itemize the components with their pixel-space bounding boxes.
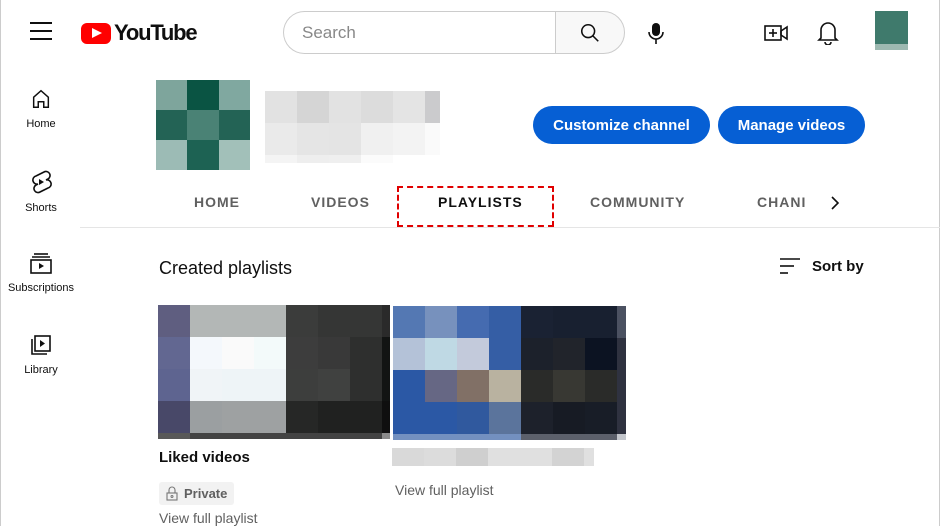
logo-text: YouTube: [114, 20, 198, 45]
channel-avatar: [156, 80, 250, 170]
tab-community[interactable]: COMMUNITY: [590, 194, 685, 210]
youtube-logo[interactable]: YouTube: [81, 20, 198, 46]
view-full-playlist-link[interactable]: View full playlist: [395, 482, 494, 498]
playlist-thumbnail[interactable]: [393, 306, 626, 440]
subscriptions-icon: [30, 253, 52, 274]
customize-channel-button[interactable]: Customize channel: [533, 106, 710, 144]
home-icon: [32, 89, 50, 108]
manage-videos-button[interactable]: Manage videos: [718, 106, 865, 144]
sort-icon: [780, 258, 800, 274]
voice-search-button[interactable]: [643, 20, 669, 46]
tab-channels[interactable]: CHANI: [757, 194, 807, 210]
tab-home[interactable]: HOME: [194, 194, 240, 210]
youtube-play-icon: [81, 22, 111, 44]
chevron-right-icon: [831, 196, 840, 210]
search-input[interactable]: Search: [283, 11, 556, 54]
sidebar-item-library[interactable]: Library: [0, 326, 82, 408]
tab-videos[interactable]: VIDEOS: [311, 194, 370, 210]
playlist-title[interactable]: Liked videos: [159, 449, 250, 466]
private-badge: Private: [159, 482, 235, 505]
highlight-annotation-box: [397, 186, 554, 227]
tabs-next-button[interactable]: [824, 192, 846, 214]
sidebar-item-label: Subscriptions: [7, 282, 75, 294]
private-label: Private: [184, 486, 228, 501]
tabs-divider: [80, 227, 940, 228]
microphone-icon: [648, 23, 664, 44]
section-title: Created playlists: [159, 258, 293, 278]
sort-by-button[interactable]: Sort by: [779, 257, 864, 275]
playlist-title-blurred[interactable]: [392, 448, 594, 466]
lock-icon: [166, 486, 178, 501]
sidebar-item-shorts[interactable]: Shorts: [0, 162, 82, 244]
sidebar-item-label: Shorts: [25, 202, 57, 214]
sidebar-item-label: Home: [26, 118, 56, 130]
channel-name-blurred: [265, 91, 440, 163]
playlist-thumbnail[interactable]: [158, 305, 390, 439]
search-button[interactable]: [555, 11, 625, 54]
menu-button[interactable]: [30, 22, 52, 40]
sidebar: Home Shorts Subscriptions Library: [0, 80, 82, 408]
library-icon: [31, 335, 51, 355]
create-button[interactable]: [762, 19, 790, 47]
create-video-icon: [764, 25, 788, 41]
sort-by-label: Sort by: [812, 257, 864, 275]
search-icon: [580, 23, 599, 42]
notifications-button[interactable]: [815, 18, 841, 46]
account-avatar[interactable]: [875, 11, 908, 50]
sidebar-item-subscriptions[interactable]: Subscriptions: [0, 244, 82, 326]
shorts-icon: [32, 170, 52, 194]
sidebar-item-label: Library: [24, 364, 58, 376]
sidebar-item-home[interactable]: Home: [0, 80, 82, 162]
bell-icon: [817, 22, 839, 45]
view-full-playlist-link[interactable]: View full playlist: [159, 510, 258, 526]
